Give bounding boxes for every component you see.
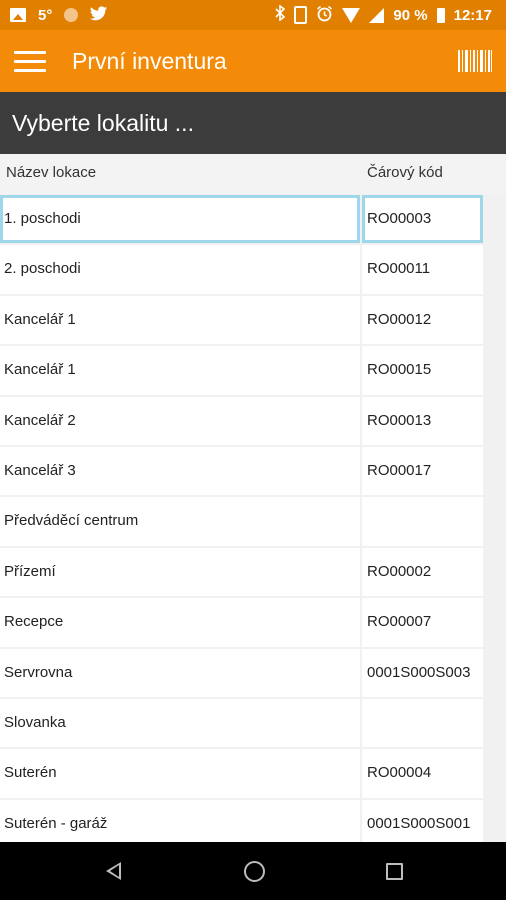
location-name-cell[interactable]: 1. poschodi — [0, 195, 360, 244]
clock: 12:17 — [453, 6, 492, 24]
table-row[interactable]: Kancelář 2 RO00013 — [0, 396, 506, 446]
barcode-cell[interactable]: RO00015 — [362, 346, 483, 395]
vibrate-icon — [294, 6, 308, 24]
barcode-cell[interactable]: RO00013 — [362, 396, 483, 445]
back-icon[interactable] — [84, 842, 144, 900]
barcode-cell[interactable]: RO00011 — [362, 245, 483, 294]
table-row[interactable]: Suterén RO00004 — [0, 748, 506, 798]
temperature: 5° — [38, 6, 53, 24]
barcode-icon[interactable] — [458, 50, 492, 72]
alarm-icon — [316, 5, 333, 26]
barcode-cell[interactable]: RO00004 — [362, 749, 483, 798]
barcode-cell[interactable]: RO00002 — [362, 547, 483, 597]
table-body: 1. poschodi RO00003 2. poschodi RO00011 … — [0, 194, 506, 849]
battery-icon — [436, 7, 445, 23]
barcode-cell[interactable]: 0001S000S003 — [362, 648, 483, 697]
app-bar: První inventura — [0, 30, 506, 92]
location-name-cell[interactable]: Slovanka — [0, 698, 360, 748]
barcode-cell[interactable]: RO00017 — [362, 446, 483, 496]
barcode-cell[interactable] — [362, 497, 483, 546]
location-name-cell[interactable]: Předváděcí centrum — [0, 497, 360, 546]
column-header-barcode: Čárový kód — [367, 164, 443, 181]
table-row[interactable]: 1. poschodi RO00003 — [0, 194, 506, 244]
location-name-cell[interactable]: Suterén — [0, 749, 360, 798]
table-row[interactable]: Předváděcí centrum — [0, 496, 506, 546]
location-name-cell[interactable]: Servrovna — [0, 648, 360, 697]
location-name-cell[interactable]: Kancelář 1 — [0, 295, 360, 345]
bluetooth-icon — [275, 4, 286, 25]
location-name-cell[interactable]: 2. poschodi — [0, 245, 360, 294]
barcode-cell[interactable]: 0001S000S001 — [362, 799, 483, 849]
barcode-cell[interactable]: RO00003 — [362, 195, 483, 244]
navigation-bar — [0, 842, 506, 900]
table-row[interactable]: Přízemí RO00002 — [0, 547, 506, 597]
table-row[interactable]: Recepce RO00007 — [0, 597, 506, 647]
column-header-name: Název lokace — [6, 164, 97, 181]
location-name-cell[interactable]: Přízemí — [0, 547, 360, 597]
status-bar: 5° 90 % 12:17 — [0, 0, 506, 30]
table-row[interactable]: Kancelář 1 RO00012 — [0, 295, 506, 345]
location-name-cell[interactable]: Suterén - garáž — [0, 799, 360, 849]
weather-icon — [64, 8, 79, 22]
location-name-cell[interactable]: Kancelář 2 — [0, 396, 360, 445]
table-header: Název lokace Čárový kód — [0, 154, 506, 194]
battery-percent: 90 % — [393, 6, 428, 24]
image-icon — [10, 8, 26, 22]
wifi-icon — [342, 7, 361, 23]
table-row[interactable]: Kancelář 3 RO00017 — [0, 446, 506, 496]
table-row[interactable]: Slovanka — [0, 698, 506, 748]
twitter-icon — [90, 5, 108, 25]
location-prompt-bar: Vyberte lokalitu ... — [0, 92, 506, 154]
table-row[interactable]: 2. poschodi RO00011 — [0, 244, 506, 294]
table-row[interactable]: Kancelář 1 RO00015 — [0, 345, 506, 395]
location-name-cell[interactable]: Recepce — [0, 598, 360, 647]
location-name-cell[interactable]: Kancelář 3 — [0, 446, 360, 496]
location-name-cell[interactable]: Kancelář 1 — [0, 346, 360, 395]
recents-icon[interactable] — [364, 842, 424, 900]
signal-icon — [369, 7, 385, 23]
app-title: První inventura — [72, 48, 227, 74]
home-icon[interactable] — [224, 842, 284, 900]
barcode-cell[interactable]: RO00007 — [362, 598, 483, 647]
location-prompt: Vyberte lokalitu ... — [12, 110, 194, 136]
barcode-cell[interactable]: RO00012 — [362, 295, 483, 345]
location-table: Název lokace Čárový kód 1. poschodi RO00… — [0, 154, 506, 849]
barcode-cell[interactable] — [362, 698, 483, 748]
menu-icon[interactable] — [14, 48, 46, 74]
table-row[interactable]: Servrovna 0001S000S003 — [0, 648, 506, 698]
